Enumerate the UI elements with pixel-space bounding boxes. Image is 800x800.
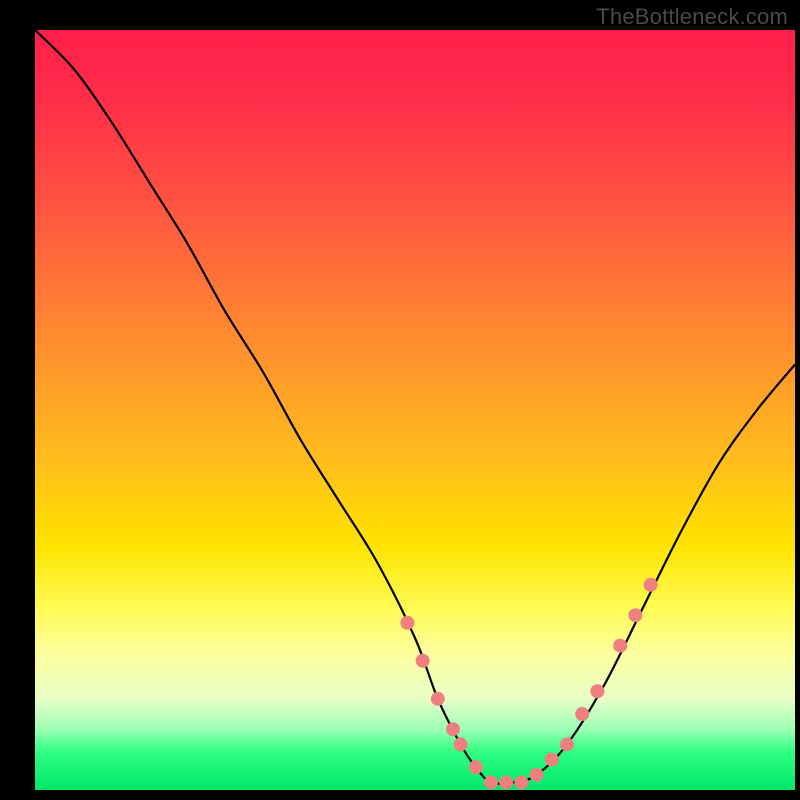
highlight-point [400,616,414,630]
highlight-point [560,737,574,751]
highlight-point [431,692,445,706]
highlight-point [590,684,604,698]
curve-svg [35,30,795,790]
highlight-point [499,775,513,789]
highlight-point [613,639,627,653]
watermark-text: TheBottleneck.com [596,4,788,30]
highlight-point [575,707,589,721]
highlight-point [469,760,483,774]
highlight-point [545,753,559,767]
plot-area [35,30,795,790]
highlight-markers [400,578,657,790]
highlight-point [416,654,430,668]
highlight-point [628,608,642,622]
highlight-point [514,775,528,789]
highlight-point [484,775,498,789]
chart-frame: TheBottleneck.com [0,0,800,800]
highlight-point [530,768,544,782]
highlight-point [644,578,658,592]
highlight-point [454,737,468,751]
highlight-point [446,722,460,736]
bottleneck-curve [35,30,795,784]
